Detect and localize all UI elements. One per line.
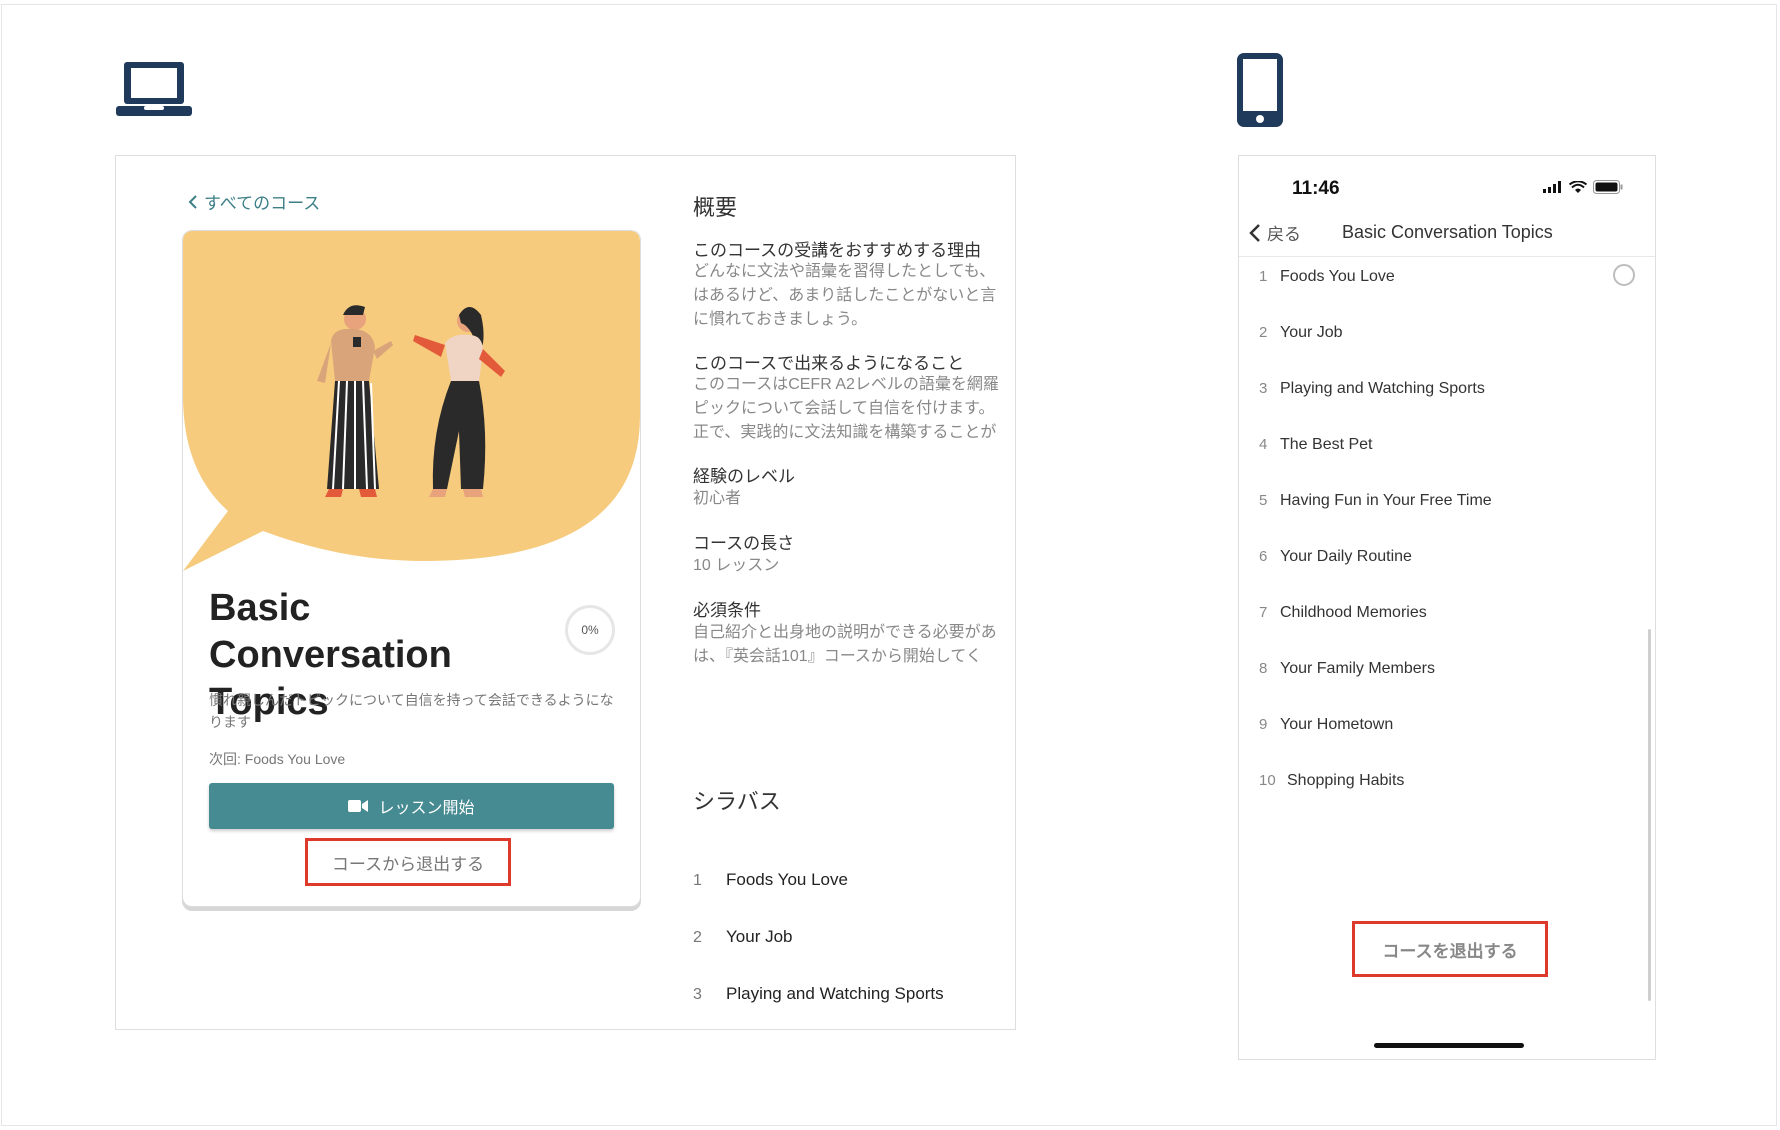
syllabus-item-number: 3 [693,986,702,1003]
back-button[interactable]: 戻る [1249,220,1301,245]
progress-ring: 0% [565,605,615,655]
lesson-list-item[interactable]: 5 Having Fun in Your Free Time [1239,492,1655,546]
lesson-number: 3 [1259,380,1268,397]
lesson-number: 8 [1259,660,1268,677]
overview-heading: 概要 [693,195,738,220]
syllabus-item[interactable]: 2 Your Job [693,927,792,947]
lesson-number: 9 [1259,716,1268,733]
signal-icon [1543,181,1561,193]
lesson-number: 10 [1259,772,1276,789]
lesson-title: Shopping Habits [1287,772,1405,789]
scrollbar[interactable] [1648,629,1651,1001]
lesson-list-item[interactable]: 2 Your Job [1239,324,1655,378]
lesson-title: Foods You Love [1280,268,1395,285]
section-text-line: ピックについて会話して自信を付けます。 [693,400,995,417]
section-text-line: どんなに文法や語彙を習得したとしても、 [693,263,996,280]
syllabus-item-title: Your Job [726,927,793,946]
leave-course-button[interactable]: コースから退出する [305,838,511,886]
mobile-view: 11:46 戻る Basic Conversation Topics 1 Food… [1238,155,1656,1060]
lesson-title: Childhood Memories [1280,604,1427,621]
lesson-number: 5 [1259,492,1268,509]
course-card: Basic Conversation Topics 0% 慣れ親しんだトピックに… [182,230,641,907]
leave-course-button[interactable]: コースを退出する [1352,921,1548,977]
section-text-line: に慣れておきましょう。 [693,311,868,328]
status-time: 11:46 [1292,178,1340,199]
laptop-icon [116,62,192,116]
syllabus-heading: シラバス [693,789,781,814]
lesson-list-item[interactable]: 10 Shopping Habits [1239,772,1655,826]
progress-label: 0% [581,623,599,637]
lesson-title: The Best Pet [1280,436,1373,453]
lesson-list-item[interactable]: 7 Childhood Memories [1239,604,1655,658]
lesson-list-item[interactable]: 3 Playing and Watching Sports [1239,380,1655,434]
start-lesson-button[interactable]: レッスン開始 [209,783,614,829]
next-lesson: 次回: Foods You Love [209,751,346,767]
course-illustration [183,231,640,571]
lesson-list-item[interactable]: 8 Your Family Members [1239,660,1655,714]
section-heading-level: 経験のレベル [693,467,795,486]
section-text-line: このコースはCEFR A2レベルの語彙を網羅 [693,376,999,393]
section-text-line: はあるけど、あまり話したことがないと言 [693,287,997,304]
section-heading-why: このコースの受講をおすすめする理由 [693,241,982,260]
home-indicator[interactable] [1374,1043,1524,1048]
lesson-title: Playing and Watching Sports [1280,380,1485,397]
section-text-line: 初心者 [693,490,742,507]
back-to-all-courses-link[interactable]: すべてのコース [188,189,320,214]
section-text-line: 正で、実践的に文法知識を構築することが [693,424,997,441]
section-text-line: 10 レッスン [693,557,780,574]
lesson-list-item[interactable]: 6 Your Daily Routine [1239,548,1655,602]
lesson-title: Your Family Members [1280,660,1436,677]
syllabus-item-title: Foods You Love [726,870,848,889]
chevron-left-icon [1249,223,1260,242]
desktop-view: すべてのコース Basic Conversation Topics 0% 慣れ親… [115,155,1016,1030]
section-heading-length: コースの長さ [693,534,795,553]
page-title: Basic Conversation Topics [1342,222,1553,242]
syllabus-item-number: 1 [693,872,702,889]
syllabus-item[interactable]: 1 Foods You Love [693,870,848,890]
lesson-title: Having Fun in Your Free Time [1280,492,1492,509]
lesson-number: 4 [1259,436,1268,453]
lesson-list-item[interactable]: 9 Your Hometown [1239,716,1655,770]
battery-icon [1593,180,1623,194]
lesson-status-circle-icon[interactable] [1613,264,1635,286]
status-icons [1543,180,1623,194]
lesson-list-item[interactable]: 1 Foods You Love [1239,264,1655,322]
back-link-label: すべてのコース [204,194,321,213]
video-camera-icon [348,800,369,812]
start-lesson-label: レッスン開始 [378,800,475,817]
lesson-number: 2 [1259,324,1268,341]
mobile-navbar: 戻る Basic Conversation Topics [1239,212,1655,257]
course-description: 慣れ親しんだトピックについて自信を持って会話できるようになります [209,692,614,730]
lesson-title: Your Daily Routine [1280,548,1412,565]
wifi-icon [1569,180,1587,193]
section-text-line: 自己紹介と出身地の説明ができる必要があ [693,624,997,641]
back-button-label: 戻る [1267,225,1301,244]
lesson-number: 6 [1259,548,1268,565]
lesson-title: Your Hometown [1280,716,1394,733]
section-heading-prerequisites: 必須条件 [693,601,761,620]
syllabus-item-title: Playing and Watching Sports [726,984,944,1003]
lesson-title: Your Job [1280,324,1343,341]
section-heading-outcomes: このコースで出来るようになること [693,354,965,373]
syllabus-item-number: 2 [693,929,702,946]
smartphone-icon [1237,53,1283,127]
section-text-line: は、『英会話101』コースから開始してく [693,648,982,665]
syllabus-item[interactable]: 3 Playing and Watching Sports [693,984,944,1004]
lesson-list-item[interactable]: 4 The Best Pet [1239,436,1655,490]
lesson-number: 7 [1259,604,1268,621]
lesson-number: 1 [1259,268,1268,285]
chevron-left-icon [188,194,197,209]
